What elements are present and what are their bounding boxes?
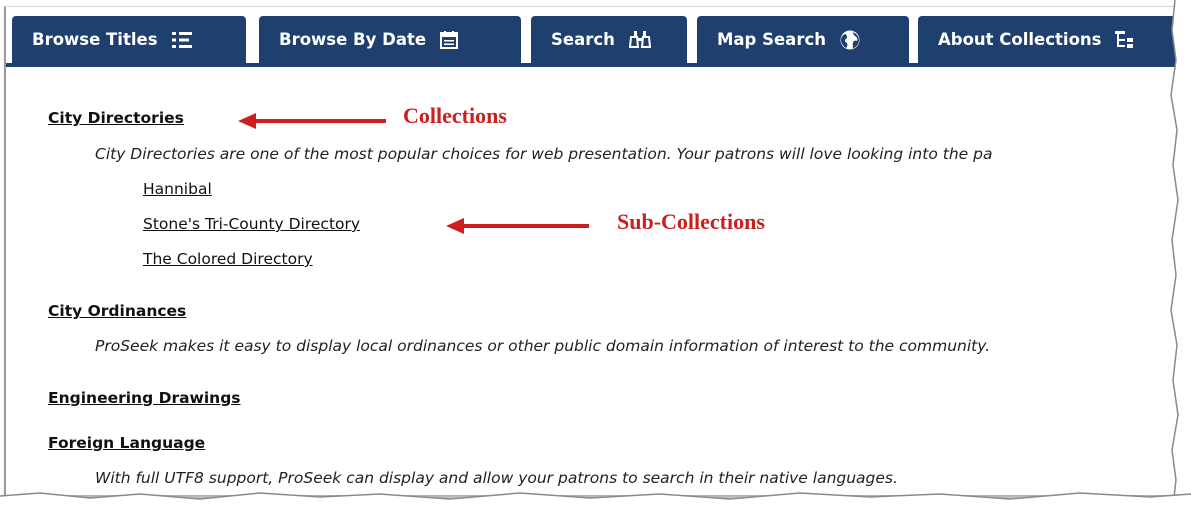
subcollection-link-stones-tri-county[interactable]: Stone's Tri-County Directory	[143, 215, 360, 233]
tab-bar: Browse Titles Browse By Date Search Map …	[6, 13, 1178, 67]
collections-list: City Directories City Directories are on…	[6, 67, 1178, 495]
collection-title-city-directories[interactable]: City Directories	[48, 109, 184, 127]
tree-icon	[1115, 30, 1134, 50]
red-arrow-icon	[238, 113, 386, 129]
tab-label: Browse By Date	[279, 30, 427, 49]
binoculars-icon	[628, 30, 651, 49]
collection-title-city-ordinances[interactable]: City Ordinances	[48, 302, 186, 320]
list-icon	[171, 31, 192, 49]
annotation-subcollections: Sub-Collections	[617, 209, 765, 234]
tab-label: Map Search	[717, 30, 826, 49]
tab-map-search[interactable]: Map Search	[697, 16, 909, 63]
subcollection-link-colored-directory[interactable]: The Colored Directory	[143, 250, 313, 268]
collection-title-foreign-language[interactable]: Foreign Language	[48, 434, 205, 452]
torn-edge-right	[1170, 0, 1191, 506]
tab-browse-titles[interactable]: Browse Titles	[12, 16, 246, 63]
tab-label: About Collections	[938, 30, 1102, 49]
collection-title-engineering-drawings[interactable]: Engineering Drawings	[48, 389, 241, 407]
tab-label: Search	[551, 30, 615, 49]
globe-icon	[840, 30, 860, 50]
tab-search[interactable]: Search	[531, 16, 687, 63]
tab-about-collections[interactable]: About Collections	[918, 16, 1178, 63]
page-frame: Browse Titles Browse By Date Search Map …	[4, 6, 1178, 495]
subcollection-link-hannibal[interactable]: Hannibal	[143, 180, 212, 198]
tab-label: Browse Titles	[32, 30, 158, 49]
tab-browse-by-date[interactable]: Browse By Date	[259, 16, 521, 63]
torn-edge-bottom	[0, 492, 1191, 506]
red-arrow-icon	[446, 218, 589, 234]
collection-description: ProSeek makes it easy to display local o…	[95, 337, 991, 355]
collection-description: With full UTF8 support, ProSeek can disp…	[95, 469, 898, 487]
collection-description: City Directories are one of the most pop…	[95, 145, 993, 163]
annotation-collections: Collections	[403, 103, 507, 128]
calendar-icon	[440, 30, 459, 49]
